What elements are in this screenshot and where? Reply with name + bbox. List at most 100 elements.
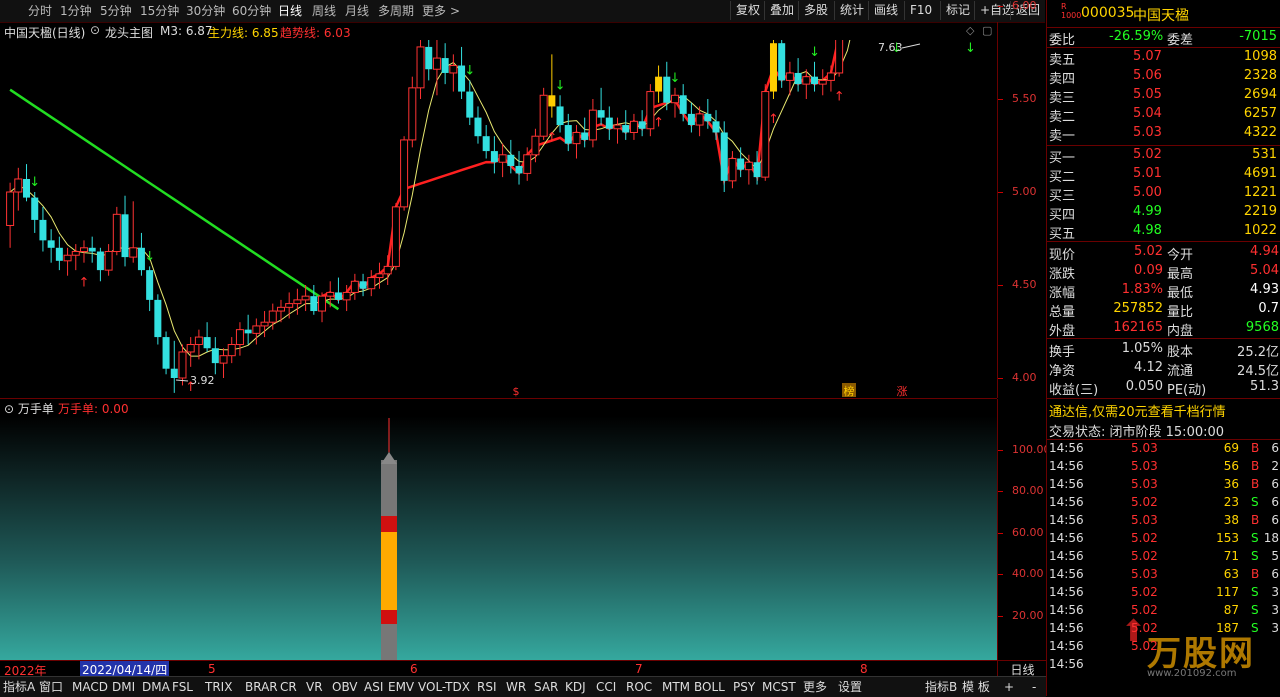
- candle[interactable]: [235, 322, 244, 356]
- period-7[interactable]: 周线: [312, 2, 336, 20]
- sub-indicator-name[interactable]: ⊙ 万手单: [4, 400, 54, 417]
- candle[interactable]: [318, 292, 327, 323]
- toolbar-button-4[interactable]: 画线: [868, 1, 903, 20]
- indicator-tab-22[interactable]: PSY: [733, 678, 755, 696]
- period-0[interactable]: 分时: [28, 2, 52, 20]
- candle[interactable]: [416, 40, 425, 99]
- indicator-tab-12[interactable]: EMV: [388, 678, 414, 696]
- sub-settings-icon[interactable]: ⊙: [4, 402, 14, 416]
- indicator-settings-icon[interactable]: ⊙: [90, 23, 100, 37]
- toolbar-button-2[interactable]: 多股: [798, 1, 833, 20]
- toolbar-button-1[interactable]: 叠加: [764, 1, 799, 20]
- candle[interactable]: [211, 337, 219, 375]
- more-chevron-icon[interactable]: >: [450, 2, 460, 20]
- indicator-tab-20[interactable]: MTM: [662, 678, 690, 696]
- candle[interactable]: [400, 136, 409, 211]
- period-label[interactable]: 日线: [997, 660, 1047, 677]
- event-marker-0[interactable]: $: [513, 385, 520, 398]
- candle[interactable]: [276, 299, 285, 323]
- candle[interactable]: [129, 201, 138, 263]
- candle[interactable]: [334, 277, 342, 304]
- candle[interactable]: [581, 117, 589, 148]
- candle[interactable]: [47, 229, 55, 263]
- candle[interactable]: [63, 247, 72, 276]
- right-tab-2[interactable]: +: [1004, 678, 1014, 696]
- candle[interactable]: [449, 54, 458, 92]
- candle[interactable]: [39, 206, 47, 252]
- period-10[interactable]: 更多: [422, 2, 446, 20]
- candle[interactable]: [670, 87, 679, 118]
- indicator-tab-2[interactable]: MACD: [72, 678, 108, 696]
- candle[interactable]: [162, 331, 170, 375]
- toolbar-button-5[interactable]: F10: [904, 1, 937, 20]
- indicator-tab-10[interactable]: OBV: [332, 678, 358, 696]
- period-3[interactable]: 15分钟: [140, 2, 179, 20]
- indicator-tab-11[interactable]: ASI: [364, 678, 383, 696]
- period-5[interactable]: 60分钟: [232, 2, 271, 20]
- indicator-name[interactable]: 龙头主图: [105, 24, 153, 41]
- candle[interactable]: [383, 255, 392, 285]
- candle[interactable]: [146, 266, 154, 312]
- candle[interactable]: [96, 247, 104, 282]
- candle[interactable]: [687, 102, 695, 133]
- candle[interactable]: [638, 110, 646, 137]
- candle[interactable]: [474, 106, 482, 144]
- candle[interactable]: [818, 69, 827, 96]
- candle[interactable]: [112, 206, 121, 256]
- candle[interactable]: [14, 167, 23, 211]
- candle[interactable]: [104, 244, 113, 276]
- indicator-tab-1[interactable]: 窗口: [39, 678, 63, 696]
- candle[interactable]: [613, 117, 622, 144]
- candle[interactable]: [490, 136, 498, 174]
- indicator-tab-3[interactable]: DMI: [112, 678, 135, 696]
- candle[interactable]: [826, 65, 835, 92]
- candle[interactable]: [441, 43, 449, 85]
- candle[interactable]: [466, 80, 474, 126]
- candle[interactable]: [425, 40, 433, 81]
- candle[interactable]: [88, 236, 96, 263]
- candle[interactable]: [588, 99, 597, 148]
- period-6[interactable]: 日线: [278, 2, 302, 20]
- candle[interactable]: [622, 110, 630, 140]
- indicator-tab-17[interactable]: KDJ: [565, 678, 586, 696]
- indicator-tab-19[interactable]: ROC: [626, 678, 652, 696]
- toolbar-button-3[interactable]: 统计: [834, 1, 869, 20]
- candle[interactable]: [219, 348, 228, 378]
- candle[interactable]: [432, 40, 441, 96]
- candle[interactable]: [515, 151, 523, 185]
- right-tab-1[interactable]: 模 板: [962, 678, 990, 696]
- right-tab-3[interactable]: -: [1032, 678, 1036, 696]
- candle[interactable]: [203, 322, 211, 352]
- candlestick-chart[interactable]: ↓↓↓↓↓↓↓↓↑↑↑↑↑↑↑7.633.92$榜涨: [0, 40, 997, 398]
- indicator-tab-13[interactable]: VOL-TDX: [418, 678, 470, 696]
- period-2[interactable]: 5分钟: [100, 2, 132, 20]
- toolbar-button-0[interactable]: 复权: [730, 1, 765, 20]
- candle[interactable]: [712, 110, 720, 140]
- candle[interactable]: [744, 154, 753, 185]
- collapse-icon[interactable]: ◇: [966, 24, 974, 37]
- period-1[interactable]: 1分钟: [60, 2, 92, 20]
- candle[interactable]: [285, 292, 294, 319]
- period-4[interactable]: 30分钟: [186, 2, 225, 20]
- candle[interactable]: [244, 314, 252, 345]
- candle[interactable]: [186, 337, 195, 367]
- indicator-tab-5[interactable]: FSL: [172, 678, 193, 696]
- indicator-tab-15[interactable]: WR: [506, 678, 526, 696]
- promo-ad[interactable]: 通达信,仅需20元查看千档行情: [1047, 400, 1280, 420]
- indicator-tab-23[interactable]: MCST: [762, 678, 796, 696]
- indicator-tab-18[interactable]: CCI: [596, 678, 616, 696]
- candle[interactable]: [6, 182, 15, 248]
- candle[interactable]: [629, 113, 638, 140]
- candle[interactable]: [79, 240, 88, 263]
- indicator-tab-16[interactable]: SAR: [534, 678, 558, 696]
- indicator-tab-4[interactable]: DMA: [142, 678, 170, 696]
- indicator-tab-9[interactable]: VR: [306, 678, 323, 696]
- event-marker-1[interactable]: 榜: [844, 384, 855, 398]
- candle[interactable]: [350, 273, 359, 300]
- indicator-tab-7[interactable]: BRAR: [245, 678, 278, 696]
- indicator-tab-6[interactable]: TRIX: [205, 678, 232, 696]
- indicator-tab-0[interactable]: 指标A: [3, 678, 35, 696]
- indicator-tab-8[interactable]: CR: [280, 678, 297, 696]
- candle[interactable]: [564, 113, 572, 152]
- candle[interactable]: [720, 121, 728, 192]
